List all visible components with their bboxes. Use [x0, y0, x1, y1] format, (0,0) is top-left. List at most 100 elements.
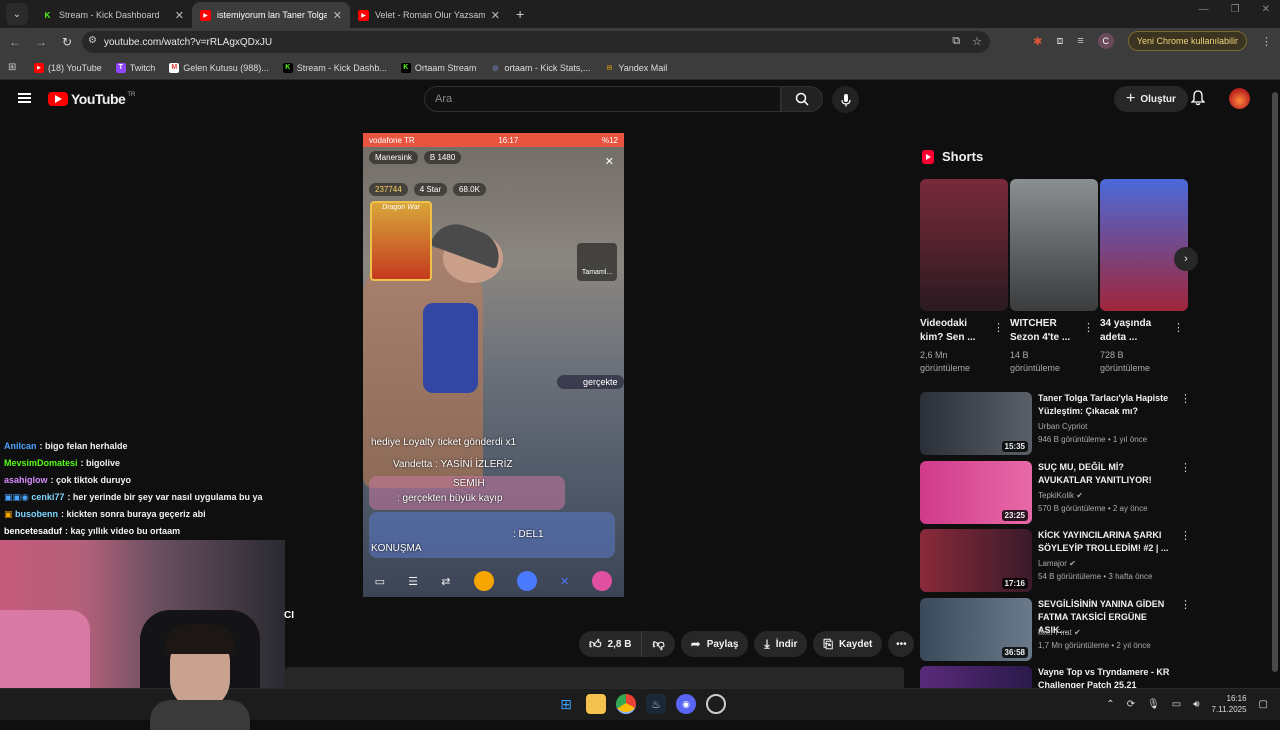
video-thumbnail[interactable]	[920, 666, 1032, 688]
search-input[interactable]: Ara	[424, 86, 781, 112]
video-menu-icon[interactable]: ⋮	[1180, 461, 1191, 474]
video-menu-icon[interactable]: ⋮	[1180, 598, 1191, 611]
extensions-puzzle-icon[interactable]: ⧈	[1056, 35, 1063, 48]
short-thumbnail[interactable]	[920, 179, 1008, 311]
short-item[interactable]: WITCHER Sezon 4'te ... 14 B görüntüleme …	[1010, 179, 1098, 375]
close-tab-icon[interactable]: ✕	[175, 9, 184, 22]
short-title[interactable]: WITCHER Sezon 4'te ...	[1010, 317, 1080, 345]
tools-icon: ✕	[559, 575, 570, 588]
tab-youtube-video[interactable]: ▶ istemiyorum lan Taner Tolga Tar ✕	[192, 2, 350, 28]
video-player[interactable]: vodafone TR 16:17 %12 Manersink B 1480 2…	[363, 133, 624, 597]
obs-icon[interactable]	[706, 694, 726, 714]
channel-name[interactable]: Urban Cypriot	[1038, 422, 1087, 431]
media-control-icon[interactable]: ≡	[1077, 35, 1083, 47]
video-menu-icon[interactable]: ⋮	[1180, 529, 1191, 542]
tab-kick-dashboard[interactable]: K Stream - Kick Dashboard ✕	[34, 2, 192, 28]
short-item[interactable]: Videodaki kim? Sen ... 2,6 Mn görüntülem…	[920, 179, 1008, 375]
account-avatar[interactable]	[1229, 88, 1250, 109]
file-explorer-icon[interactable]	[586, 694, 606, 714]
bookmark-kick-dashboard[interactable]: K Stream - Kick Dashb...	[282, 62, 387, 73]
video-title[interactable]: Taner Tolga Tarlacı'yla Hapiste Yüzleşti…	[1038, 392, 1176, 418]
address-bar[interactable]: ⚙ youtube.com/watch?v=rRLAgxQDxJU ⧉ ☆	[82, 31, 990, 53]
download-button[interactable]: ⤓ İndir	[754, 631, 808, 657]
verified-icon: ✔	[1074, 628, 1081, 637]
forward-arrow-icon[interactable]: →	[30, 35, 52, 49]
short-thumbnail[interactable]	[1100, 179, 1188, 311]
notifications-button[interactable]	[1190, 90, 1206, 111]
tab-search-chevron-icon[interactable]: ⌄	[6, 3, 28, 25]
short-item[interactable]: 34 yaşında adeta ... 728 B görüntüleme ⋮	[1100, 179, 1188, 375]
short-title[interactable]: Videodaki kim? Sen ...	[920, 317, 990, 345]
dislike-button[interactable]: 👎︎	[642, 631, 675, 657]
bookmark-yandex-mail[interactable]: ✉ Yandex Mail	[604, 63, 667, 73]
site-info-icon[interactable]: ⚙	[88, 35, 97, 46]
bookmark-ortaam-stream[interactable]: K Ortaam Stream	[400, 62, 476, 73]
chrome-update-button[interactable]: Yeni Chrome kullanılabilir	[1127, 31, 1247, 51]
notification-center-icon[interactable]: ▢	[1259, 699, 1268, 710]
apps-grid-icon[interactable]: ⊞	[8, 62, 22, 73]
reload-icon[interactable]: ↻	[56, 35, 78, 49]
chrome-menu-icon[interactable]: ⋮	[1261, 35, 1272, 48]
chevron-right-icon: ›	[1184, 253, 1188, 265]
short-menu-icon[interactable]: ⋮	[993, 321, 1004, 334]
display-icon[interactable]: ▭	[1172, 699, 1181, 710]
close-overlay-icon: ✕	[604, 156, 614, 168]
bookmark-gmail[interactable]: M Gelen Kutusu (988)...	[169, 62, 269, 73]
scrollbar-thumb[interactable]	[1272, 92, 1278, 672]
recommended-video[interactable]: 23:25 SUÇ MU, DEĞİL Mİ? AVUKATLAR YANITL…	[920, 461, 1191, 525]
profile-avatar[interactable]: C	[1097, 33, 1114, 49]
shorts-next-button[interactable]: ›	[1174, 247, 1198, 271]
recommended-video[interactable]: 15:35 Taner Tolga Tarlacı'yla Hapiste Yü…	[920, 392, 1191, 456]
taskbar-clock[interactable]: 16:16 7.11.2025	[1212, 693, 1247, 715]
close-tab-icon[interactable]: ✕	[333, 9, 342, 22]
close-window-icon[interactable]: ✕	[1262, 4, 1270, 15]
new-tab-plus-icon[interactable]: +	[516, 6, 524, 22]
restore-icon[interactable]: ❐	[1231, 4, 1240, 15]
like-button[interactable]: 👍︎ 2,8 B	[579, 631, 643, 657]
video-meta: 1,7 Mn görüntüleme • 2 yıl önce	[1038, 641, 1151, 650]
recommended-video[interactable]: Vayne Top vs Tryndamere - KR Challenger …	[920, 666, 1180, 688]
voice-search-button[interactable]	[832, 86, 859, 113]
video-menu-icon[interactable]: ⋮	[1180, 392, 1191, 405]
video-title[interactable]: KİCK YAYINCILARINA ŞARKI SÖYLEYİP TROLLE…	[1038, 529, 1176, 555]
save-button[interactable]: ⎘ Kaydet	[813, 631, 883, 657]
video-title[interactable]: Vayne Top vs Tryndamere - KR Challenger …	[1038, 666, 1176, 688]
install-app-icon[interactable]: ⧉	[952, 35, 960, 48]
channel-name[interactable]: TepkiKolik ✔	[1038, 491, 1083, 500]
tab-youtube-velet[interactable]: ▶ Velet - Roman Olur Yazsam Sen ✕	[350, 2, 508, 28]
more-actions-button[interactable]: •••	[888, 631, 915, 657]
bookmark-twitch[interactable]: T Twitch	[115, 62, 155, 73]
short-menu-icon[interactable]: ⋮	[1173, 321, 1184, 334]
discord-icon[interactable]: ◉	[676, 694, 696, 714]
minimize-icon[interactable]: —	[1199, 4, 1209, 15]
close-tab-icon[interactable]: ✕	[491, 9, 500, 22]
tray-chevron-icon[interactable]: ⌃	[1106, 699, 1114, 710]
bookmark-youtube[interactable]: ▶ (18) YouTube	[34, 62, 102, 73]
short-title[interactable]: 34 yaşında adeta ...	[1100, 317, 1170, 345]
page-scrollbar[interactable]	[1270, 80, 1280, 688]
menu-hamburger-icon[interactable]	[18, 93, 31, 103]
microphone-tray-icon[interactable]: 🎙︎	[1147, 699, 1160, 710]
sync-icon[interactable]: ⟳	[1127, 699, 1135, 710]
video-title[interactable]: SUÇ MU, DEĞİL Mİ? AVUKATLAR YANITLIYOR!	[1038, 461, 1176, 487]
chrome-icon[interactable]	[616, 694, 636, 714]
extension-icon[interactable]: ✱	[1033, 35, 1042, 48]
create-button[interactable]: + Oluştur	[1114, 86, 1188, 112]
youtube-favicon-icon: ▶	[358, 9, 369, 21]
youtube-logo[interactable]: YouTube TR	[48, 91, 135, 107]
recommended-video[interactable]: 17:16 KİCK YAYINCILARINA ŞARKI SÖYLEYİP …	[920, 529, 1191, 593]
short-menu-icon[interactable]: ⋮	[1083, 321, 1094, 334]
back-arrow-icon[interactable]: ←	[4, 35, 26, 49]
start-windows-icon[interactable]: ⊞	[556, 694, 576, 714]
share-button[interactable]: ➦ Paylaş	[680, 631, 749, 657]
bookmark-star-icon[interactable]: ☆	[972, 35, 982, 48]
short-thumbnail[interactable]	[1010, 179, 1098, 311]
recommended-video[interactable]: 36:58 SEVGİLİSİNİN YANINA GİDEN FATMA TA…	[920, 598, 1191, 662]
description-box[interactable]	[285, 667, 904, 689]
bookmark-kick-stats[interactable]: ◎ ortaam - Kick Stats,...	[490, 63, 590, 73]
volume-icon[interactable]: 🔊︎	[1193, 699, 1199, 710]
channel-name[interactable]: Lamajor ✔	[1038, 559, 1076, 568]
search-button[interactable]	[781, 86, 823, 112]
channel-name[interactable]: İlker Fırat ✔	[1038, 628, 1081, 637]
steam-icon[interactable]: ♨	[646, 694, 666, 714]
